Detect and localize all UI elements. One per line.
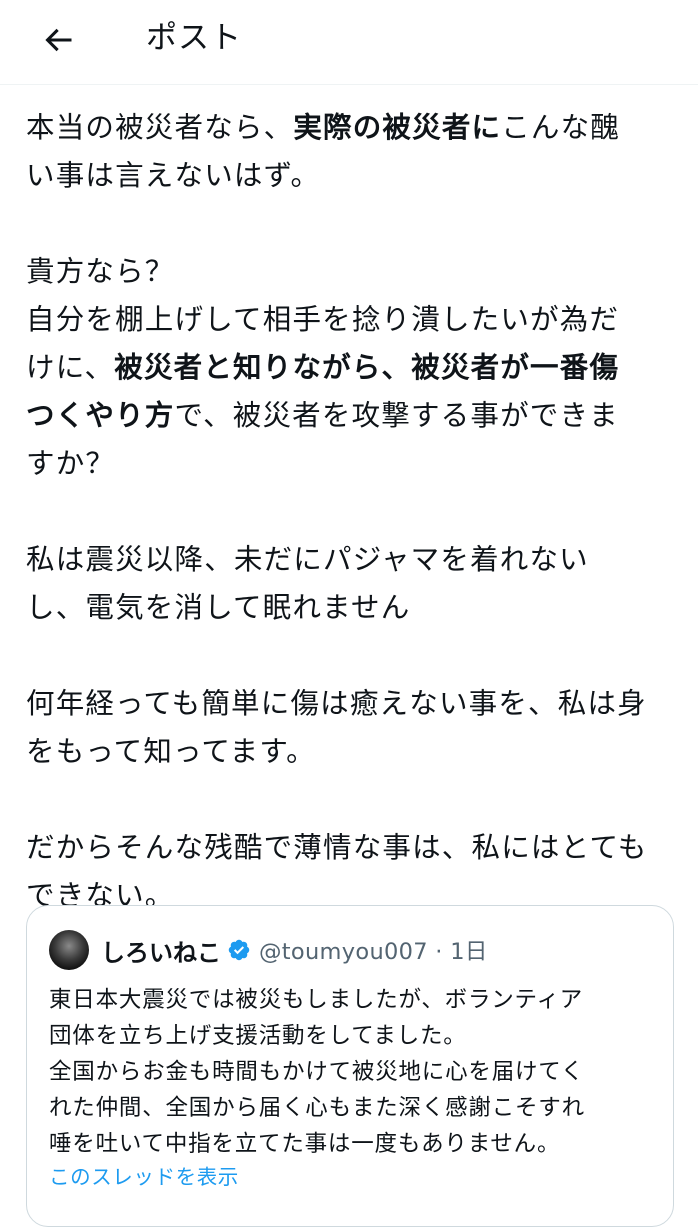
post-paragraph: 私は震災以降、未だにパジャマを着れない し、電気を消して眠れません: [26, 536, 676, 632]
quoted-post-card[interactable]: しろいねこ @toumyou007 · 1日 東日本大震災では被災もしましたが、…: [26, 905, 674, 1227]
post-paragraph: 何年経っても簡単に傷は癒えない事を、私は身 をもって知ってます。: [26, 680, 676, 776]
text-line: し、電気を消して眠れません: [26, 591, 411, 624]
text-line: れた仲間、全国から届く心もまた深く感謝こそすれ: [49, 1095, 585, 1121]
arrow-left-icon: [45, 28, 72, 52]
post-text: 本当の被災者なら、実際の被災者にこんな醜 い事は言えないはず。 貴方なら？ 自分…: [26, 104, 676, 968]
post-paragraph: 貴方なら？ 自分を棚上げして相手を捻り潰したいが為だ けに、被災者と知りながら、…: [26, 248, 676, 488]
text-line: けに、被災者と知りながら、被災者が一番傷: [26, 351, 620, 384]
text-line: 何年経っても簡単に傷は癒えない事を、私は身: [26, 687, 647, 720]
text-line: をもって知ってます。: [26, 735, 316, 768]
show-thread-link[interactable]: このスレッドを表示: [49, 1160, 239, 1190]
avatar[interactable]: [49, 930, 89, 970]
text-line: だからそんな残酷で薄情な事は、私にはとても: [26, 831, 648, 864]
page-title: ポスト: [146, 20, 242, 56]
text-line: すか？: [26, 447, 116, 480]
text-line: 団体を立ち上げ支援活動をしてました。: [49, 1023, 467, 1049]
top-app-bar: ポスト: [0, 0, 698, 85]
text-line: 唾を吐いて中指を立てた事は一度もありません。: [49, 1131, 561, 1157]
verified-badge-icon: [228, 939, 250, 961]
quoted-post-header: しろいねこ @toumyou007 · 1日: [49, 928, 488, 972]
text-line: 私は震災以降、未だにパジャマを着れない: [26, 543, 589, 576]
quoted-author-name: しろいねこ: [101, 938, 221, 967]
text-line: 自分を棚上げして相手を捻り潰したいが為だ: [26, 303, 620, 336]
text-line: 本当の被災者なら、実際の被災者にこんな醜: [26, 111, 621, 144]
quoted-author-handle: @toumyou007 · 1日: [259, 939, 488, 965]
text-line: い事は言えないはず。: [26, 159, 321, 192]
text-line: つくやり方で、被災者を攻撃する事ができま: [26, 399, 619, 432]
text-line: 東日本大震災では被災もしましたが、ボランティア: [49, 987, 584, 1013]
text-line: 貴方なら？: [26, 255, 175, 288]
back-button[interactable]: [36, 18, 80, 62]
post-paragraph: 本当の被災者なら、実際の被災者にこんな醜 い事は言えないはず。: [26, 104, 676, 200]
text-line: 全国からお金も時間もかけて被災地に心を届けてく: [49, 1059, 585, 1085]
quoted-post-text: 東日本大震災では被災もしましたが、ボランティア 団体を立ち上げ支援活動をしてまし…: [49, 982, 659, 1162]
